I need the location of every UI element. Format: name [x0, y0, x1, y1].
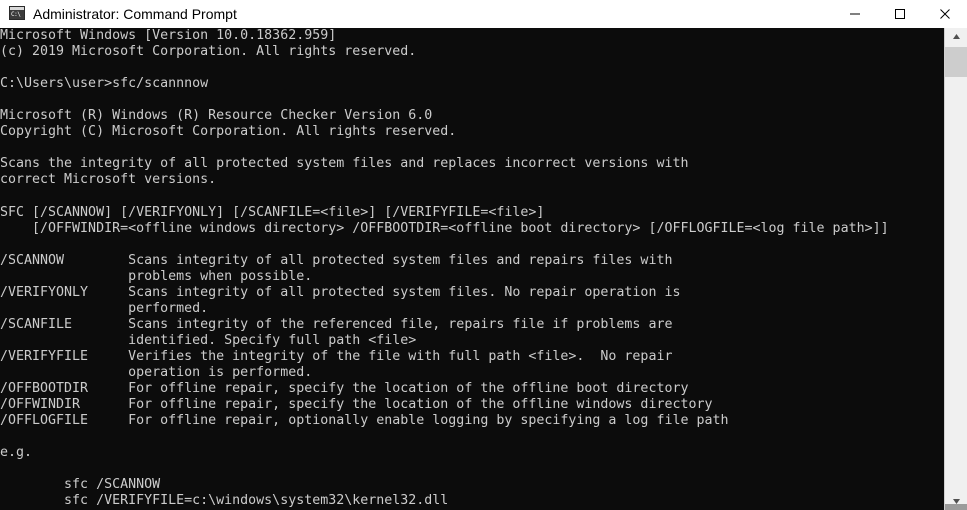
console-text: Microsoft Windows [Version 10.0.18362.95… [0, 28, 889, 509]
scrollbar-thumb[interactable] [945, 47, 967, 77]
icon-titlebar-stripe [10, 6, 24, 10]
close-icon [939, 9, 950, 19]
close-button[interactable] [922, 0, 967, 28]
minimize-button[interactable] [832, 0, 877, 28]
scrollbar-bottom-edge [945, 504, 967, 510]
window-title: Administrator: Command Prompt [33, 5, 237, 22]
maximize-button[interactable] [877, 0, 922, 28]
title-bar[interactable]: C:\ Administrator: Command Prompt [0, 0, 967, 28]
maximize-icon [894, 9, 905, 19]
scroll-up-arrow-icon [952, 34, 960, 39]
window-controls [832, 0, 967, 28]
icon-prompt-glyph: C:\ [11, 10, 21, 18]
vertical-scrollbar[interactable] [944, 28, 967, 510]
console-output-area[interactable]: Microsoft Windows [Version 10.0.18362.95… [0, 28, 944, 510]
command-prompt-icon: C:\ [9, 5, 25, 22]
minimize-icon [849, 13, 860, 15]
scrollbar-up-button[interactable] [945, 28, 967, 45]
command-prompt-window: C:\ Administrator: Command Prompt Micros… [0, 0, 967, 510]
